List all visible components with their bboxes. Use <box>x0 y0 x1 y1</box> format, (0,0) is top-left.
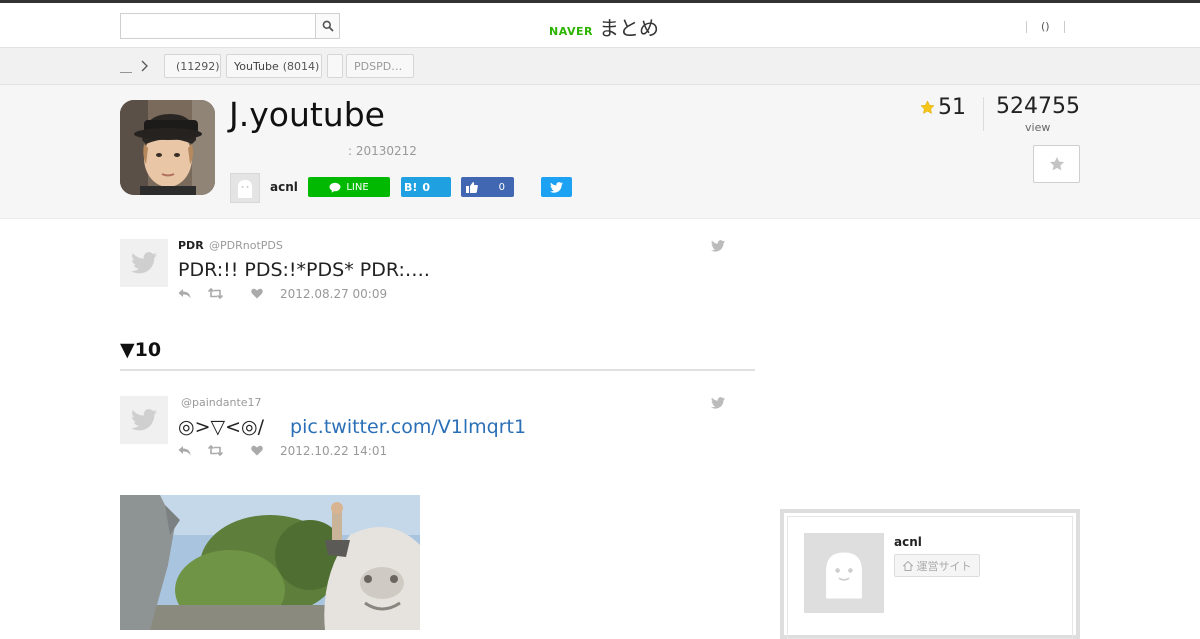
tweet-photo[interactable] <box>120 495 420 630</box>
chevron-right-icon <box>141 60 148 72</box>
line-icon <box>329 182 341 193</box>
logo-matome: まとめ <box>598 16 659 40</box>
view-label: view <box>1025 121 1051 134</box>
ghost-avatar-icon <box>826 552 862 599</box>
reply-icon[interactable] <box>178 445 191 456</box>
photo-image <box>120 495 420 630</box>
ghost-avatar-icon <box>238 180 252 198</box>
tweet-timestamp[interactable]: 2012.10.22 14:01 <box>280 444 387 458</box>
tweet-author-handle[interactable]: @paindante17 <box>181 396 262 409</box>
view-count: 524755 <box>996 94 1080 119</box>
header-right-nav: () <box>1012 20 1079 33</box>
chip-label: YouTube <box>234 59 279 73</box>
twitter-source-icon[interactable] <box>711 240 725 252</box>
twitter-icon <box>550 181 563 193</box>
top-header: NAVER まとめ () <box>0 0 1200 48</box>
stat-divider <box>983 97 984 131</box>
tweet-actions <box>178 445 263 456</box>
hatena-label: B! <box>404 180 418 194</box>
favorite-count-block: 51 <box>920 95 966 120</box>
star-icon <box>920 100 935 114</box>
author-profile-card: acnl 運営サイト <box>780 509 1080 639</box>
logo-naver: NAVER <box>549 25 593 38</box>
portrait-image <box>120 100 215 195</box>
facebook-like-button[interactable]: 0 <box>461 177 514 197</box>
reply-icon[interactable] <box>178 288 191 299</box>
site-logo[interactable]: NAVER まとめ <box>549 12 659 41</box>
twitter-source-icon[interactable] <box>711 397 725 409</box>
like-count: 0 <box>498 181 505 193</box>
thumbs-up-icon <box>466 181 478 193</box>
search-input[interactable] <box>120 13 316 39</box>
tweet-actions <box>178 288 263 299</box>
twitter-share-button[interactable] <box>541 177 572 197</box>
favorite-count: 51 <box>938 95 966 120</box>
hatena-bookmark-button[interactable]: B! 0 <box>401 177 451 197</box>
header-right-link[interactable]: () <box>1041 20 1050 33</box>
twitter-bird-icon <box>131 409 157 431</box>
author-avatar[interactable] <box>230 173 260 203</box>
twitter-bird-icon <box>131 252 157 274</box>
tweet-text: PDR:!! PDS:!*PDS* PDR:…. <box>178 259 430 281</box>
tweet-timestamp[interactable]: 2012.08.27 00:09 <box>280 287 387 301</box>
article-header: J.youtube : 20130212 acnl LINE B! 0 0 51… <box>0 85 1200 219</box>
breadcrumb: ＿ (11292) YouTube (8014) PDSPD… <box>0 48 1200 85</box>
category-chip[interactable]: (11292) <box>164 54 221 78</box>
line-label: LINE <box>346 181 369 193</box>
nav-divider <box>1063 20 1065 33</box>
official-site-button[interactable]: 運営サイト <box>894 554 980 577</box>
category-chip[interactable]: PDSPD… <box>346 54 414 78</box>
retweet-icon[interactable] <box>208 288 223 299</box>
updated-date: : 20130212 <box>348 144 417 158</box>
breadcrumb-home[interactable]: ＿ <box>120 58 132 75</box>
star-outline-icon <box>1049 157 1064 171</box>
search-icon <box>322 20 334 32</box>
tweet-avatar[interactable] <box>120 239 168 287</box>
chip-count: (11292) <box>176 59 220 73</box>
nav-divider <box>1026 20 1027 33</box>
heart-icon[interactable] <box>251 445 263 456</box>
author-card-inner: acnl 運営サイト <box>787 516 1073 639</box>
tweet-avatar[interactable] <box>120 396 168 444</box>
author-name[interactable]: acnl <box>270 180 298 194</box>
tweet-author-name[interactable]: PDR <box>178 239 204 252</box>
tweet-author-handle[interactable]: @PDRnotPDS <box>209 239 283 252</box>
chip-label: PDSPD… <box>354 59 403 73</box>
home-icon <box>902 560 913 571</box>
hatena-count: 0 <box>422 180 431 194</box>
add-favorite-button[interactable] <box>1033 145 1080 183</box>
tweet-image-link[interactable]: pic.twitter.com/V1lmqrt1 <box>290 416 526 438</box>
section-divider <box>120 369 755 371</box>
author-card-name[interactable]: acnl <box>894 535 922 549</box>
search-button[interactable] <box>315 13 340 39</box>
official-site-label: 運営サイト <box>916 559 972 573</box>
retweet-icon[interactable] <box>208 445 223 456</box>
category-chip[interactable]: YouTube (8014) <box>226 54 322 78</box>
tweet-body: ◎>▽<◎/ pic.twitter.com/V1lmqrt1 <box>178 416 526 438</box>
tweet-text: ◎>▽<◎/ <box>178 416 265 438</box>
article-thumbnail <box>120 100 215 195</box>
author-card-avatar[interactable] <box>804 533 884 613</box>
line-share-button[interactable]: LINE <box>308 177 390 197</box>
heart-icon[interactable] <box>251 288 263 299</box>
chip-count: (8014) <box>282 59 320 73</box>
category-chip[interactable] <box>327 54 343 78</box>
page-title: J.youtube <box>229 95 385 134</box>
section-heading: ▼10 <box>120 339 162 361</box>
